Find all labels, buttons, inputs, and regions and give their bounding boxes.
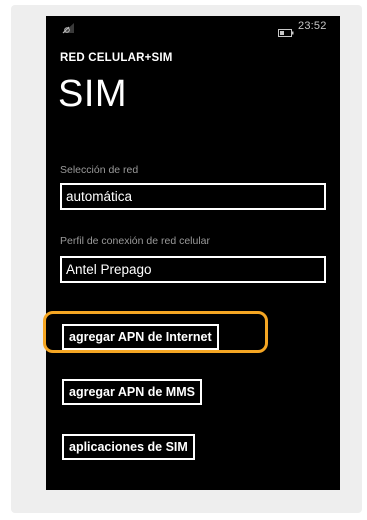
page-frame: 23:52 RED CELULAR+SIM SIM Selección de r… <box>0 0 367 520</box>
status-bar: 23:52 <box>46 16 340 38</box>
battery-icon <box>278 24 294 37</box>
app-title: RED CELULAR+SIM <box>60 52 173 64</box>
page-title: SIM <box>58 73 128 115</box>
status-time: 23:52 <box>298 20 327 32</box>
connection-profile-field[interactable]: Antel Prepago <box>60 256 326 283</box>
signal-icon <box>62 21 75 34</box>
phone-screen: 23:52 RED CELULAR+SIM SIM Selección de r… <box>46 16 340 490</box>
sim-apps-button[interactable]: aplicaciones de SIM <box>62 434 195 460</box>
add-mms-apn-button[interactable]: agregar APN de MMS <box>62 379 202 405</box>
network-selection-label: Selección de red <box>60 164 139 176</box>
network-selection-field[interactable]: automática <box>60 183 326 210</box>
highlight-outline <box>43 311 268 353</box>
connection-profile-label: Perfil de conexión de red celular <box>60 235 211 247</box>
